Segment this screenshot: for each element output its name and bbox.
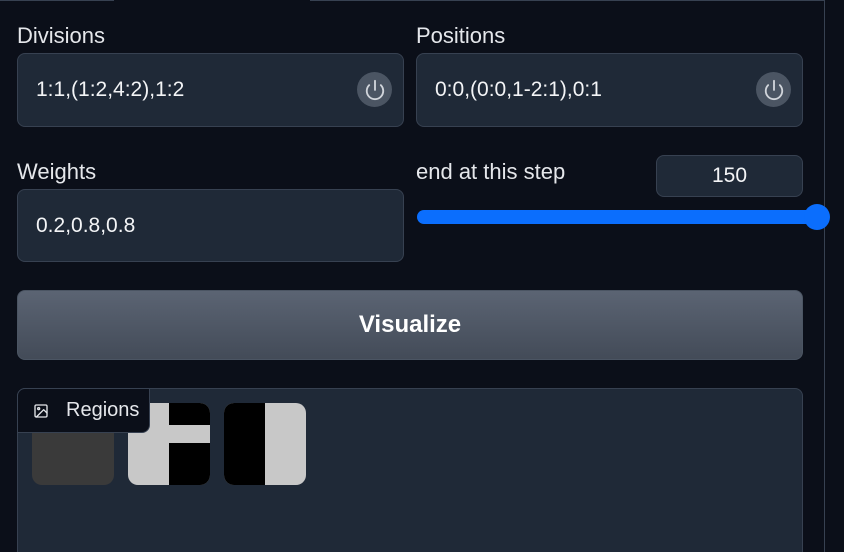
- page: Divisions 1:1,(1:2,4:2),1:2 Positions 0:…: [0, 0, 844, 552]
- positions-input[interactable]: 0:0,(0:0,1-2:1),0:1: [416, 53, 803, 127]
- regions-label: Regions: [66, 399, 140, 421]
- positions-label: Positions: [416, 23, 506, 48]
- region-thumbnail-3[interactable]: [224, 403, 306, 485]
- positions-reset-button[interactable]: [756, 72, 791, 107]
- positions-value: 0:0,(0:0,1-2:1),0:1: [435, 78, 602, 101]
- divisions-reset-button[interactable]: [357, 72, 392, 107]
- end-step-slider-thumb[interactable]: [804, 204, 830, 230]
- end-step-label: end at this step: [416, 159, 566, 184]
- divisions-value: 1:1,(1:2,4:2),1:2: [36, 78, 185, 101]
- regions-label-tag: Regions: [17, 388, 150, 433]
- power-icon: [764, 79, 783, 100]
- weights-input[interactable]: 0.2,0.8,0.8: [17, 189, 404, 262]
- divisions-label: Divisions: [17, 23, 106, 48]
- visualize-button[interactable]: Visualize: [17, 290, 803, 360]
- divisions-input[interactable]: 1:1,(1:2,4:2),1:2: [17, 53, 404, 127]
- end-step-number-input[interactable]: 150: [656, 155, 803, 197]
- image-icon: [33, 403, 49, 419]
- end-step-slider-track[interactable]: [417, 210, 817, 224]
- weights-value: 0.2,0.8,0.8: [36, 213, 136, 237]
- right-divider: [824, 0, 825, 552]
- active-tab-gap: [114, 0, 310, 2]
- weights-label: Weights: [17, 159, 97, 184]
- power-icon: [365, 79, 384, 100]
